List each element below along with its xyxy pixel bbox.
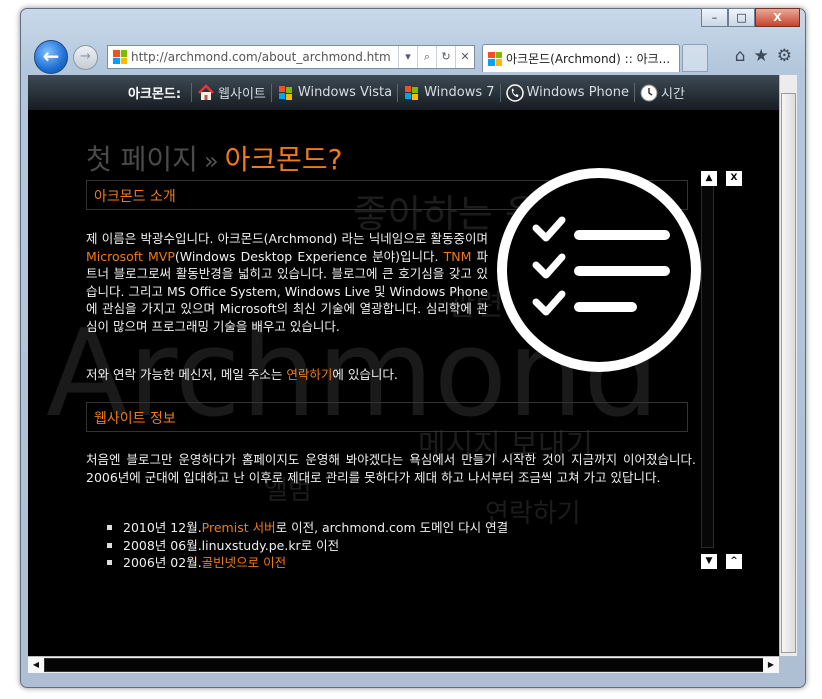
close-window-button[interactable]: X	[755, 8, 800, 27]
nav-label: Windows Vista	[297, 85, 393, 100]
list-item: 2008년 06월. linuxstudy.pe.kr로 이전	[107, 537, 508, 555]
contact-link[interactable]: 연락하기	[286, 367, 332, 382]
breadcrumb-separator: »	[203, 147, 219, 175]
list-item: 2010년 12월. Premist 서버 로 이전, archmond.com …	[107, 519, 508, 537]
contact-paragraph: 저와 연락 가능한 메신저, 메일 주소는 연락하기에 있습니다.	[86, 367, 398, 382]
window-controls: – □ X	[701, 8, 800, 27]
windows-flag-icon	[113, 50, 127, 64]
url-text[interactable]: http://archmond.com/about_archmond.htm	[131, 50, 398, 64]
nav-item-windows-phone[interactable]: Windows Phone	[499, 83, 634, 102]
site-navigation: 아크몬드: 웹사이트 Windows Vista Windows 7 Windo…	[28, 75, 779, 111]
address-bar[interactable]: http://archmond.com/about_archmond.htm ▾…	[107, 45, 475, 69]
mvp-link[interactable]: Microsoft MVP	[86, 249, 175, 264]
intro-paragraph: 제 이름은 박광수입니다. 아크몬드(Archmond) 라는 닉네임으로 활동…	[86, 231, 488, 334]
forward-button[interactable]: →	[73, 45, 98, 70]
golbin-link[interactable]: 골빈넷으로 이전	[202, 554, 286, 572]
vertical-scrollbar[interactable]	[779, 75, 797, 656]
favorites-star-icon[interactable]: ★	[754, 46, 769, 66]
maximize-button[interactable]: □	[728, 8, 755, 27]
nav-item-time[interactable]: 시간	[633, 83, 690, 102]
windows-flag-icon	[488, 51, 502, 66]
page-viewport: 아크몬드: 웹사이트 Windows Vista Windows 7 Windo…	[28, 75, 779, 673]
nav-label: Windows Phone	[526, 85, 629, 100]
browser-toolbar: ⌂ ★ ⚙	[735, 46, 792, 66]
scroll-right-arrow[interactable]: ▶	[763, 657, 779, 673]
windows-flag-icon	[405, 85, 419, 100]
stop-button[interactable]: ✕	[455, 46, 474, 68]
home-icon[interactable]: ⌂	[735, 46, 746, 66]
nav-item-windows-7[interactable]: Windows 7	[397, 83, 499, 102]
windows-flag-icon	[278, 85, 292, 100]
section-heading-website: 웹사이트 정보	[86, 402, 688, 432]
horizontal-scroll-thumb[interactable]	[44, 658, 764, 672]
horizontal-scrollbar[interactable]: ◀ ▶	[28, 656, 779, 673]
premist-link[interactable]: Premist 서버	[202, 519, 276, 537]
scroll-down-button[interactable]: ▼	[701, 554, 717, 569]
history-list: 2010년 12월. Premist 서버 로 이전, archmond.com …	[107, 519, 508, 572]
breadcrumb-current: 아크몬드?	[224, 143, 343, 176]
close-panel-button[interactable]: X	[726, 171, 742, 186]
scroll-left-arrow[interactable]: ◀	[28, 657, 44, 673]
nav-item-windows-vista[interactable]: Windows Vista	[270, 83, 397, 102]
vertical-scroll-thumb[interactable]	[781, 93, 796, 653]
tab-title: 아크몬드(Archmond) :: 아크...	[506, 52, 671, 66]
nav-label: Windows 7	[424, 85, 495, 100]
gear-icon[interactable]: ⚙	[777, 46, 792, 66]
compatibility-view-button[interactable]: ⌕	[417, 46, 436, 68]
breadcrumb: 첫 페이지» 아크몬드?	[86, 138, 343, 178]
phone-icon	[505, 83, 524, 102]
nav-label: 웹사이트	[218, 87, 266, 102]
home-icon	[198, 83, 214, 100]
list-item: 2006년 02월. 골빈넷으로 이전	[107, 554, 508, 572]
scroll-top-button[interactable]: ^	[726, 554, 742, 569]
minimize-button[interactable]: –	[701, 8, 728, 27]
address-dropdown-button[interactable]: ▾	[398, 46, 417, 68]
new-tab-button[interactable]	[682, 44, 708, 72]
nav-item-website[interactable]: 웹사이트	[191, 83, 271, 102]
back-button[interactable]: ←	[34, 40, 68, 74]
clock-icon	[640, 84, 658, 101]
browser-tab[interactable]: 아크몬드(Archmond) :: 아크...	[482, 44, 680, 72]
refresh-button[interactable]: ↻	[436, 46, 455, 68]
tnm-link[interactable]: TNM	[444, 249, 472, 264]
nav-label: 시간	[660, 87, 685, 102]
site-brand: 아크몬드:	[128, 87, 182, 102]
breadcrumb-home[interactable]: 첫 페이지	[86, 143, 198, 176]
checklist-icon	[497, 168, 701, 372]
website-paragraph: 처음엔 블로그만 운영하다가 홈페이지도 운영해 봐야겠다는 욕심에서 만들기 …	[86, 452, 696, 485]
